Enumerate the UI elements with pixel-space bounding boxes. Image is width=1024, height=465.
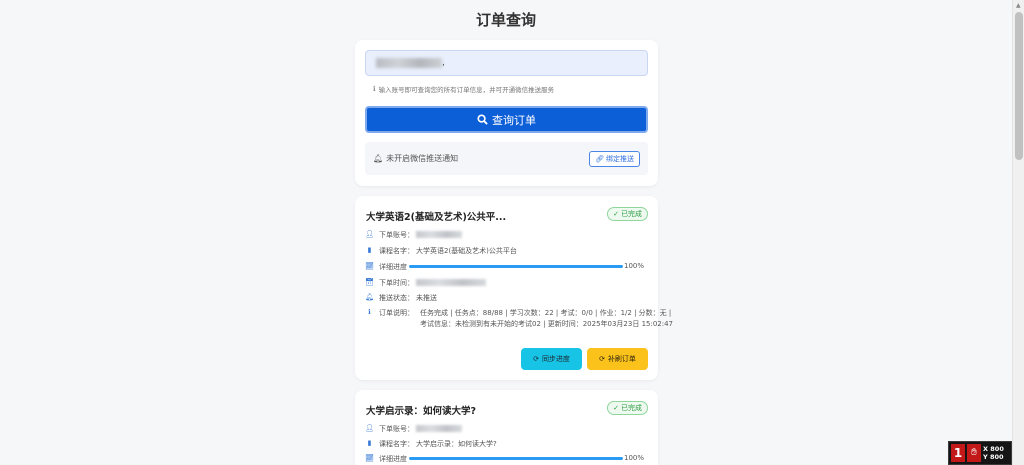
chart-line-icon: 📈︎ bbox=[365, 454, 374, 462]
field-description: ℹ 订单说明： 任务完成 | 任务点：88/88 | 学习次数：22 | 考试：… bbox=[365, 308, 678, 330]
sync-progress-button[interactable]: ⟳ 同步进度 bbox=[521, 348, 582, 370]
scroll-thumb[interactable] bbox=[1015, 12, 1023, 160]
info-icon: ℹ bbox=[368, 308, 371, 316]
order-title: 大学英语2(基础及艺术)公共平... bbox=[366, 212, 507, 223]
field-time: 📅︎ 下单时间： bbox=[365, 278, 486, 288]
query-order-button[interactable]: 查询订单 bbox=[365, 106, 648, 133]
bind-push-label: 绑定推送 bbox=[606, 154, 634, 163]
field-course: ▮ 课程名字： 大学启示录：如何读大学? bbox=[365, 439, 497, 449]
book-icon: ▮ bbox=[367, 246, 372, 254]
bell-icon: 🔔︎ bbox=[373, 154, 384, 163]
account-input[interactable]: , bbox=[365, 50, 648, 76]
overlay-widget: 1 ✋︎ X 800 Y 800 bbox=[948, 441, 1012, 465]
order-card: 大学启示录：如何读大学? ✓ 已完成 👤︎ 下单账号： ▮ 课程名字： 大学启示… bbox=[355, 390, 658, 465]
calendar-icon: 📅︎ bbox=[365, 278, 374, 286]
page-title: 订单查询 bbox=[475, 11, 536, 29]
query-button-label: 查询订单 bbox=[492, 113, 536, 127]
push-status-text: 未开启微信推送通知 bbox=[386, 154, 459, 163]
overlay-coords: X 800 Y 800 bbox=[983, 445, 1004, 461]
field-progress: 📈︎ 详细进度 100% bbox=[365, 454, 645, 463]
redacted-account bbox=[376, 58, 442, 68]
redacted-time bbox=[416, 279, 486, 286]
field-course: ▮ 课程名字： 大学英语2(基础及艺术)公共平台 bbox=[365, 246, 517, 256]
progress-bar bbox=[409, 457, 623, 460]
order-description: 任务完成 | 任务点：88/88 | 学习次数：22 | 考试：0/0 | 作业… bbox=[420, 309, 674, 328]
overlay-number: 1 bbox=[951, 444, 965, 462]
hint-text: 输入账号即可查询您的所有订单信息，并可开通微信推送服务 bbox=[378, 86, 555, 94]
search-icon bbox=[477, 114, 488, 125]
search-hint: ℹ 输入账号即可查询您的所有订单信息，并可开通微信推送服务 bbox=[373, 84, 554, 94]
overlay-x: X 800 bbox=[983, 445, 1004, 453]
redacted-account bbox=[416, 425, 462, 432]
progress-percent: 100% bbox=[624, 454, 645, 462]
overlay-y: Y 800 bbox=[983, 453, 1004, 461]
refresh-icon: ⟳ bbox=[533, 355, 539, 363]
field-account: 👤︎ 下单账号： bbox=[365, 424, 462, 434]
scroll-up-icon[interactable]: ▲ bbox=[1016, 2, 1021, 9]
search-card: , ℹ 输入账号即可查询您的所有订单信息，并可开通微信推送服务 查询订单 🔔︎ … bbox=[355, 40, 658, 186]
status-badge: ✓ 已完成 bbox=[607, 207, 648, 221]
order-card: 大学英语2(基础及艺术)公共平... ✓ 已完成 👤︎ 下单账号： ▮ 课程名字… bbox=[355, 196, 673, 380]
check-icon: ✓ bbox=[613, 210, 619, 218]
link-icon: 🔗︎ bbox=[595, 154, 604, 163]
hand-icon: ✋︎ bbox=[967, 444, 981, 462]
field-progress: 📈︎ 详细进度 100% bbox=[365, 262, 645, 271]
info-icon: ℹ bbox=[373, 85, 376, 93]
push-status: 🔔︎ 未开启微信推送通知 bbox=[373, 153, 458, 164]
status-badge: ✓ 已完成 bbox=[607, 401, 648, 415]
progress-fill bbox=[409, 457, 623, 460]
push-notification-row: 🔔︎ 未开启微信推送通知 🔗︎ 绑定推送 bbox=[365, 142, 648, 175]
progress-bar bbox=[409, 265, 623, 268]
bind-push-button[interactable]: 🔗︎ 绑定推送 bbox=[589, 150, 640, 167]
refill-order-button[interactable]: ⟳ 补刷订单 bbox=[587, 348, 648, 370]
user-icon: 👤︎ bbox=[365, 230, 374, 238]
order-title: 大学启示录：如何读大学? bbox=[366, 406, 477, 417]
user-icon: 👤︎ bbox=[365, 424, 374, 432]
field-account: 👤︎ 下单账号： bbox=[365, 230, 462, 240]
refresh-icon: ⟳ bbox=[599, 355, 605, 363]
field-push: 🔔︎ 推送状态： 未推送 bbox=[365, 293, 437, 302]
chart-line-icon: 📈︎ bbox=[365, 262, 374, 270]
progress-fill bbox=[409, 265, 623, 268]
bell-icon: 🔔︎ bbox=[365, 293, 374, 301]
progress-percent: 100% bbox=[624, 262, 645, 270]
redacted-account bbox=[416, 231, 462, 238]
check-icon: ✓ bbox=[613, 404, 619, 412]
page-scrollbar[interactable]: ▲ bbox=[1012, 0, 1024, 465]
book-icon: ▮ bbox=[367, 439, 372, 447]
